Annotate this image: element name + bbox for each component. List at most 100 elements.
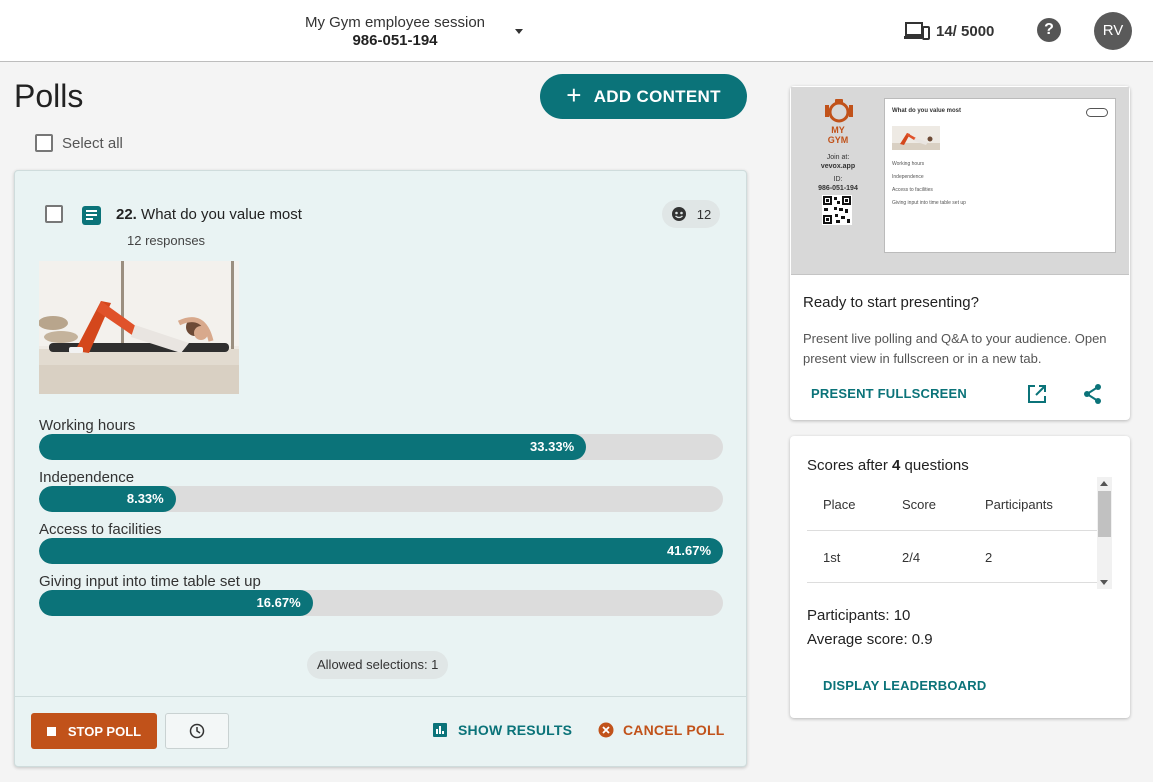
mini-join-label: Join at:	[826, 154, 850, 161]
mini-slide-option: Access to facilities	[892, 187, 933, 193]
table-divider	[807, 530, 1097, 531]
share-icon[interactable]	[1082, 383, 1104, 405]
qr-code-icon	[822, 195, 852, 225]
select-all-label: Select all	[62, 134, 123, 152]
mini-id-value: 986-051-194	[818, 185, 858, 192]
column-header-score: Score	[902, 497, 936, 512]
devices-count: 14/ 5000	[936, 22, 995, 40]
mini-slide-option: Giving input into time table set up	[892, 200, 966, 206]
stop-icon	[46, 726, 56, 736]
plus-icon: +	[566, 80, 582, 110]
mini-toggle-icon	[1086, 108, 1108, 117]
allowed-selections-badge: Allowed selections: 1	[307, 651, 449, 679]
select-all[interactable]: Select all	[35, 134, 123, 152]
mini-join-info: Join at: vevox.app ID: 986-051-194	[809, 153, 867, 193]
scroll-up-icon[interactable]	[1100, 481, 1108, 486]
participant-face-icon	[671, 207, 686, 221]
select-all-checkbox[interactable]	[35, 134, 53, 152]
option-bar: 41.67%	[39, 538, 723, 564]
devices-icon	[904, 22, 930, 40]
mini-slide-option: Independence	[892, 174, 924, 180]
stop-poll-label: STOP POLL	[67, 723, 142, 739]
add-content-button[interactable]: + ADD CONTENT	[540, 74, 747, 119]
poll-type-icon	[82, 206, 101, 225]
scores-title: Scores after 4 questions	[807, 457, 969, 474]
question-text: What do you value most	[141, 206, 302, 223]
gym-logo-icon	[825, 99, 853, 123]
poll-checkbox[interactable]	[45, 205, 63, 223]
participants-count: 12	[696, 206, 712, 222]
display-leaderboard-button[interactable]: DISPLAY LEADERBOARD	[823, 678, 986, 693]
average-score: Average score: 0.9	[807, 631, 933, 648]
table-cell-place: 1st	[823, 550, 841, 565]
option-label: Working hours	[39, 417, 136, 434]
help-icon[interactable]: ?	[1037, 18, 1061, 42]
top-bar: My Gym employee session 986-051-194 14/ …	[0, 0, 1153, 62]
option-percent: 16.67%	[256, 595, 301, 610]
page-title: Polls	[14, 78, 84, 114]
responses-count-text: 12 responses	[127, 233, 206, 248]
mini-join-url: vevox.app	[820, 163, 856, 170]
option-bar-fill: 33.33%	[39, 434, 587, 460]
show-results-label: SHOW RESULTS	[458, 722, 573, 738]
caret-down-icon[interactable]	[512, 24, 526, 38]
participants-total: Participants: 10	[807, 607, 911, 624]
table-cell-participants: 2	[985, 550, 993, 565]
scores-title-suffix: questions	[900, 457, 969, 474]
scores-scrollbar[interactable]	[1097, 477, 1112, 589]
mini-slide-image	[892, 126, 940, 150]
question-title[interactable]: 22. What do you value most	[116, 206, 302, 223]
option-percent: 33.33%	[530, 439, 575, 454]
session-selector[interactable]: My Gym employee session 986-051-194	[300, 14, 490, 49]
option-bar-fill: 16.67%	[39, 590, 313, 616]
mini-slide-option: Working hours	[892, 161, 925, 167]
stop-poll-button[interactable]: STOP POLL	[31, 713, 157, 749]
option-bar: 16.67%	[39, 590, 723, 616]
mini-id-label: ID:	[833, 176, 843, 183]
option-percent: 41.67%	[666, 543, 712, 558]
ready-description: Present live polling and Q&A to your aud…	[803, 331, 1107, 366]
avatar[interactable]: RV	[1094, 12, 1132, 50]
option-bar-fill: 8.33%	[39, 486, 176, 512]
session-name: My Gym employee session	[304, 14, 486, 31]
add-content-label: ADD CONTENT	[593, 86, 721, 106]
option-bar-fill: 41.67%	[39, 538, 723, 564]
bar-chart-icon	[433, 723, 447, 737]
mini-slide-title: What do you value most	[892, 108, 962, 114]
show-results-button[interactable]: SHOW RESULTS	[433, 722, 572, 738]
option-bar: 8.33%	[39, 486, 723, 512]
column-header-participants: Participants	[985, 497, 1053, 512]
cancel-icon	[598, 722, 614, 738]
option-bar: 33.33%	[39, 434, 723, 460]
question-number: 22.	[116, 206, 137, 223]
option-percent: 8.33%	[126, 491, 164, 506]
cancel-poll-label: CANCEL POLL	[623, 722, 725, 738]
present-fullscreen-button[interactable]: PRESENT FULLSCREEN	[811, 386, 967, 401]
present-card: MY GYM Join at: vevox.app ID: 986-051-19…	[790, 86, 1130, 420]
participants-badge: 12	[662, 200, 720, 228]
present-preview[interactable]: MY GYM Join at: vevox.app ID: 986-051-19…	[791, 87, 1129, 275]
question-image	[39, 261, 239, 394]
table-cell-score: 2/4	[902, 550, 921, 565]
mini-slide: What do you value most Working hours Ind…	[884, 98, 1116, 253]
option-label: Access to facilities	[39, 521, 162, 538]
cancel-poll-button[interactable]: CANCEL POLL	[598, 722, 725, 738]
timer-button[interactable]	[165, 713, 229, 749]
clock-icon	[189, 723, 205, 739]
mini-logo-text: MY GYM	[827, 125, 849, 145]
option-label: Giving input into time table set up	[39, 573, 261, 590]
option-label: Independence	[39, 469, 135, 486]
scroll-down-icon[interactable]	[1100, 580, 1108, 585]
column-header-place: Place	[823, 497, 856, 512]
card-divider	[15, 696, 746, 697]
table-divider	[807, 582, 1097, 583]
ready-title: Ready to start presenting?	[803, 294, 979, 311]
devices-counter[interactable]: 14/ 5000	[904, 20, 994, 42]
poll-card: 22. What do you value most 12 responses …	[14, 170, 747, 767]
open-new-tab-icon[interactable]	[1026, 383, 1048, 405]
scores-card: Scores after 4 questions Place Score Par…	[790, 436, 1130, 718]
scrollbar-thumb[interactable]	[1098, 491, 1111, 537]
session-code: 986-051-194	[352, 32, 438, 49]
scores-title-prefix: Scores after	[807, 457, 893, 474]
scores-table: Place Score Participants 1st 2/4 2	[807, 477, 1097, 589]
